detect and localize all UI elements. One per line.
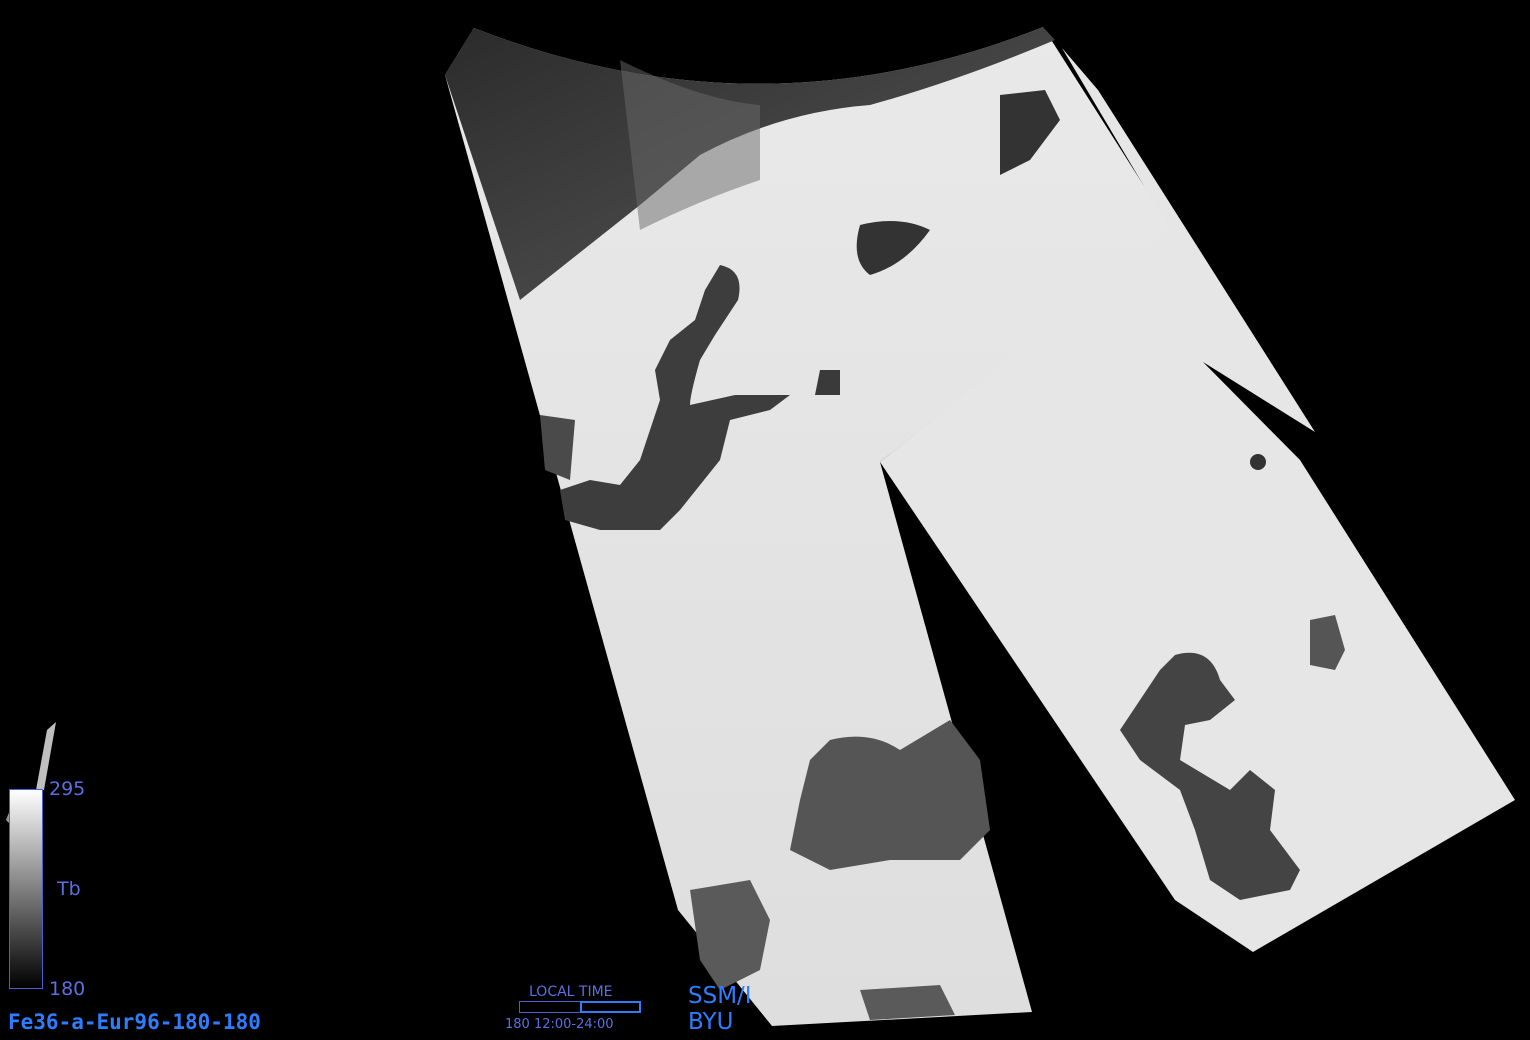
institution-label: BYU (688, 1009, 734, 1035)
colorbar-variable-label: Tb (57, 878, 81, 900)
product-id: Fe36-a-Eur96-180-180 (8, 1010, 261, 1034)
local-time-scale: 180 12:00-24:00 (505, 1017, 614, 1032)
swath-image (6, 27, 1515, 1026)
sensor-label: SSM/I (688, 983, 752, 1009)
local-time-title: LOCAL TIME (529, 984, 613, 1000)
colorbar-min-label: 180 (49, 978, 86, 1000)
colorbar-max-label: 295 (49, 778, 86, 800)
local-time-window (579, 1001, 641, 1013)
colorbar (9, 789, 43, 989)
local-time-bar (519, 1001, 641, 1013)
brightness-temperature-map (0, 0, 1530, 1040)
